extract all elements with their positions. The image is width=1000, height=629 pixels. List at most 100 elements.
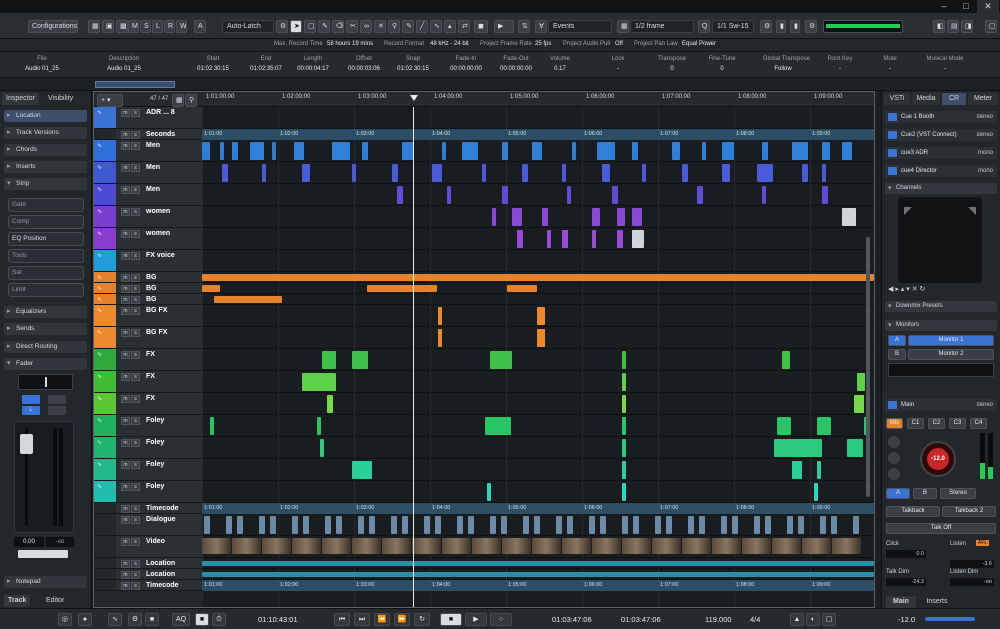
layout-full-icon[interactable]: ▢ [985, 20, 997, 33]
audio-event[interactable] [501, 516, 507, 534]
audio-event[interactable] [468, 516, 474, 534]
audio-event[interactable] [369, 516, 375, 534]
monitor-1-button[interactable]: Monitor 1 [908, 335, 994, 346]
tab-media[interactable]: Media [912, 93, 940, 105]
track-row[interactable]: ∿ m s FX [94, 371, 202, 393]
audio-event[interactable] [490, 516, 496, 534]
section-inserts[interactable]: Inserts [4, 161, 87, 173]
grid-icon[interactable]: ▦ [88, 20, 100, 33]
audio-event[interactable] [537, 307, 545, 325]
event-lane[interactable] [202, 393, 874, 415]
main-volume-knob[interactable]: -12.0 [920, 441, 956, 477]
info-value[interactable]: 00:00:03:06 [342, 66, 386, 72]
audio-event[interactable] [487, 483, 491, 501]
monitor-b-key[interactable]: B [888, 349, 906, 360]
cue-3-button[interactable]: C3 [949, 418, 966, 429]
video-thumbnail[interactable] [352, 538, 381, 554]
lock-icon[interactable]: ■ [145, 613, 159, 626]
audio-event[interactable] [642, 164, 646, 182]
audio-event[interactable] [562, 164, 566, 182]
edit-button[interactable] [48, 406, 66, 415]
fader-value[interactable]: 0.00 [14, 537, 44, 547]
settings-icon[interactable]: ⚙ [805, 20, 817, 33]
audio-event[interactable] [617, 208, 625, 226]
location-lane[interactable] [202, 561, 874, 566]
search-icon[interactable]: ⚲ [185, 94, 197, 107]
audio-event[interactable] [424, 516, 430, 534]
audio-event[interactable] [622, 395, 626, 413]
video-thumbnail[interactable] [742, 538, 771, 554]
info-value[interactable]: 01:02:35:07 [244, 66, 288, 72]
track-name[interactable]: Men [119, 142, 199, 163]
track-row[interactable]: ∿ m s BG FX [94, 305, 202, 327]
listen-value[interactable]: -3.6 [950, 560, 994, 568]
cue-2-button[interactable]: C2 [928, 418, 945, 429]
info-value[interactable]: - [596, 66, 640, 72]
talkback-button[interactable]: Talkback [886, 506, 940, 517]
audio-event[interactable] [853, 516, 859, 534]
audio-event[interactable] [352, 461, 372, 479]
audio-event[interactable] [294, 142, 304, 160]
pencil-tool-icon[interactable]: ✎ [318, 20, 330, 33]
audio-event[interactable] [232, 142, 238, 160]
audio-event[interactable] [438, 307, 442, 325]
info-value[interactable]: 01:02:30:15 [191, 66, 235, 72]
play-tool-icon[interactable]: ∿ [430, 20, 442, 33]
video-thumbnail[interactable] [262, 538, 291, 554]
audio-event[interactable] [250, 142, 264, 160]
track-name[interactable]: FX [119, 373, 199, 394]
section-chords[interactable]: Chords [4, 144, 87, 156]
section-direct-routing[interactable]: Direct Routing [4, 341, 87, 353]
audio-event[interactable] [622, 483, 626, 501]
audio-event[interactable] [602, 164, 610, 182]
track-row[interactable]: ∿ m s Foley [94, 437, 202, 459]
main-row[interactable]: Main stereo [885, 399, 997, 411]
pointer-tool-icon[interactable]: ➤ [290, 20, 302, 33]
audio-event[interactable] [222, 164, 228, 182]
track-color-strip[interactable]: ∿ [94, 140, 116, 161]
crossfade-icon[interactable]: ⇅ [518, 20, 530, 33]
monitor-a-button[interactable]: A [886, 488, 910, 499]
primary-time-display[interactable]: 01:10:43:01 [258, 613, 298, 626]
video-thumbnail[interactable] [412, 538, 441, 554]
event-lane[interactable] [202, 415, 874, 437]
track-name[interactable]: Foley [119, 461, 199, 482]
track-color-strip[interactable]: ∿ [94, 272, 116, 282]
talkback-2-button[interactable]: Talkback 2 [942, 506, 996, 517]
tab-inspector[interactable]: Inspector [2, 93, 39, 105]
audio-event[interactable] [391, 516, 397, 534]
audio-event[interactable] [438, 329, 442, 347]
video-thumbnail[interactable] [562, 538, 591, 554]
range-tool-icon[interactable]: ▢ [304, 20, 316, 33]
video-thumbnail[interactable] [532, 538, 561, 554]
audio-event[interactable] [622, 516, 628, 534]
reference-icon[interactable] [888, 468, 900, 480]
track-color-strip[interactable] [94, 580, 116, 590]
mode-m-button[interactable]: M [128, 20, 139, 33]
audio-event[interactable] [512, 208, 522, 226]
tab-control-room[interactable]: CR [942, 93, 966, 105]
audio-event[interactable] [632, 230, 644, 248]
snap-toggle-icon[interactable]: ∀ [535, 20, 547, 33]
track-color-strip[interactable] [94, 558, 116, 568]
info-value[interactable]: Audio 01_25 [20, 66, 64, 72]
track-row[interactable]: ∿ m s FX [94, 393, 202, 415]
audio-event[interactable] [507, 285, 537, 292]
talk-off-button[interactable]: Talk Off [886, 523, 996, 534]
audio-event[interactable] [214, 296, 282, 303]
track-name[interactable]: Dialogue [119, 516, 199, 537]
track-name[interactable]: FX voice [119, 252, 199, 273]
track-color-strip[interactable] [94, 503, 116, 513]
track-color-strip[interactable]: ∿ [94, 294, 116, 304]
audio-event[interactable] [688, 516, 694, 534]
info-value[interactable]: - [868, 66, 912, 72]
audio-event[interactable] [320, 439, 324, 457]
audio-event[interactable] [237, 516, 243, 534]
info-value[interactable]: - [923, 66, 967, 72]
audio-event[interactable] [732, 516, 738, 534]
audio-event[interactable] [332, 142, 350, 160]
audio-event[interactable] [482, 164, 486, 182]
audio-event[interactable] [722, 142, 734, 160]
snap-icon[interactable]: ▶ [494, 20, 514, 33]
tab-vsti[interactable]: VSTi [884, 93, 910, 105]
